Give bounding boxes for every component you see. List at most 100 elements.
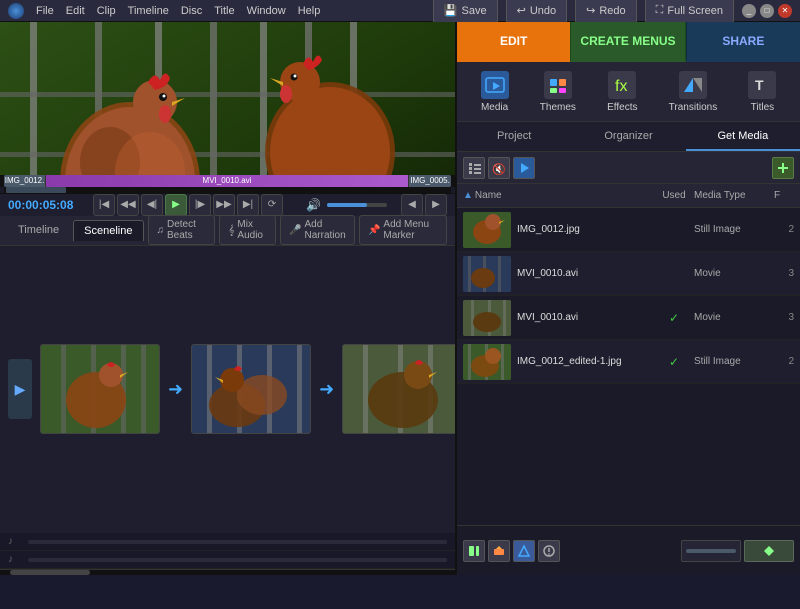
- tab-share[interactable]: SHARE: [686, 22, 800, 62]
- themes-label: Themes: [540, 102, 576, 113]
- bottom-scrollbar[interactable]: [0, 569, 455, 575]
- volume-slider[interactable]: [327, 203, 387, 207]
- add-menu-marker-button[interactable]: 📌 Add Menu Marker: [359, 215, 447, 245]
- tab-edit[interactable]: EDIT: [457, 22, 570, 62]
- header-used: Used: [654, 190, 694, 201]
- file-num-3: 3: [774, 312, 794, 323]
- new-item-button[interactable]: [772, 157, 794, 179]
- icon-toolbar: Media Themes fx Effects Transitions: [457, 62, 800, 122]
- undo-icon: ↩: [517, 4, 526, 17]
- loop-button[interactable]: ⟳: [261, 194, 283, 216]
- save-icon: 💾: [444, 4, 458, 17]
- step-back-button[interactable]: ◀◀: [117, 194, 139, 216]
- tab-timeline[interactable]: Timeline: [8, 220, 69, 240]
- top-tabs: EDIT CREATE MENUS SHARE: [457, 22, 800, 62]
- volume-icon: 🔊: [306, 198, 321, 212]
- file-row-4[interactable]: IMG_0012_edited-1.jpg ✓ Still Image 2: [457, 340, 800, 384]
- file-row-2[interactable]: MVI_0010.avi Movie 3: [457, 252, 800, 296]
- save-button[interactable]: 💾 Save: [433, 0, 498, 24]
- menu-help[interactable]: Help: [298, 5, 321, 17]
- volume-mute-button[interactable]: 🔇: [488, 157, 510, 179]
- prev-clip-button[interactable]: ◀: [401, 194, 423, 216]
- menu-file[interactable]: File: [36, 5, 54, 17]
- step-fwd-button[interactable]: ▶▶: [213, 194, 235, 216]
- scene-timeline-tabs: Timeline Sceneline ♫ Detect Beats 𝄞 Mix …: [0, 216, 455, 246]
- tab-sceneline[interactable]: Sceneline: [73, 220, 143, 241]
- titles-label: Titles: [751, 102, 775, 113]
- icon-media[interactable]: Media: [473, 67, 517, 117]
- header-num: F: [774, 190, 794, 201]
- menu-window[interactable]: Window: [247, 5, 286, 17]
- add-narration-button[interactable]: 🎤 Add Narration: [280, 215, 355, 245]
- menu-timeline[interactable]: Timeline: [128, 5, 169, 17]
- file-used-3: ✓: [654, 311, 694, 325]
- view-list-button[interactable]: [463, 157, 485, 179]
- frame-fwd-button[interactable]: |▶: [189, 194, 211, 216]
- scene-thumb-2[interactable]: [191, 344, 311, 434]
- menu-title[interactable]: Title: [214, 5, 234, 17]
- next-clip-button[interactable]: ▶: [425, 194, 447, 216]
- bottom-input[interactable]: [681, 540, 741, 562]
- undo-button[interactable]: ↩ Undo: [506, 0, 568, 24]
- menu-disc[interactable]: Disc: [181, 5, 202, 17]
- redo-button[interactable]: ↪ Redo: [575, 0, 637, 24]
- file-type-4: Still Image: [694, 356, 774, 367]
- icon-effects[interactable]: fx Effects: [599, 67, 645, 117]
- titles-icon: T: [748, 71, 776, 99]
- file-row-1[interactable]: IMG_0012.jpg Still Image 2: [457, 208, 800, 252]
- redo-icon: ↪: [586, 4, 595, 17]
- fullscreen-button[interactable]: ⛶ Full Screen: [645, 0, 734, 24]
- window-controls: _ □ ✕: [742, 4, 792, 18]
- thumb-svg-3: [343, 345, 455, 434]
- bottom-tool-5[interactable]: [744, 540, 794, 562]
- detect-beats-button[interactable]: ♫ Detect Beats: [148, 215, 216, 245]
- bottom-tool-3[interactable]: [513, 540, 535, 562]
- play-button[interactable]: ▶: [165, 194, 187, 216]
- scene-prev-arrow[interactable]: ▶: [8, 359, 32, 419]
- frame-back-button[interactable]: ◀|: [141, 194, 163, 216]
- file-type-1: Still Image: [694, 224, 774, 235]
- icon-transitions[interactable]: Transitions: [661, 67, 726, 117]
- file-thumb-3: [463, 300, 511, 336]
- header-type: Media Type: [694, 190, 774, 201]
- mix-audio-button[interactable]: 𝄞 Mix Audio: [219, 215, 276, 245]
- bottom-tool-2[interactable]: [488, 540, 510, 562]
- playback-controls-extra: ◀ ▶: [401, 194, 447, 216]
- clip-track[interactable]: IMG_0012. MVI_0010.avi IMG_0005.: [4, 175, 451, 187]
- sub-tab-organizer[interactable]: Organizer: [571, 122, 685, 151]
- bottom-tool-4[interactable]: [538, 540, 560, 562]
- file-list: ▲ Name Used Media Type F IMG_0012.jpg St…: [457, 184, 800, 525]
- menu-clip[interactable]: Clip: [97, 5, 116, 17]
- audio-icon-1: ♪: [8, 536, 22, 547]
- tab-create-menus[interactable]: CREATE MENUS: [570, 22, 685, 62]
- bottom-right-tools: [681, 540, 794, 562]
- menu-marker-icon: 📌: [368, 225, 380, 236]
- svg-text:fx: fx: [615, 78, 627, 95]
- sub-tab-project[interactable]: Project: [457, 122, 571, 151]
- scroll-thumb[interactable]: [10, 570, 90, 575]
- sub-tab-get-media[interactable]: Get Media: [686, 122, 800, 151]
- close-button[interactable]: ✕: [778, 4, 792, 18]
- sort-name[interactable]: ▲ Name: [463, 190, 654, 201]
- file-row-3[interactable]: MVI_0010.avi ✓ Movie 3: [457, 296, 800, 340]
- scene-thumb-1[interactable]: [40, 344, 160, 434]
- scene-thumb-3[interactable]: [342, 344, 455, 434]
- minimize-button[interactable]: _: [742, 4, 756, 18]
- icon-titles[interactable]: T Titles: [740, 67, 784, 117]
- music-note-icon: ♫: [157, 225, 165, 236]
- clip-label-3: IMG_0005.: [409, 175, 451, 187]
- icon-themes[interactable]: Themes: [532, 67, 584, 117]
- go-start-button[interactable]: |◀: [93, 194, 115, 216]
- volume-control: 🔊: [306, 198, 391, 212]
- maximize-button[interactable]: □: [760, 4, 774, 18]
- sort-arrow-icon: ▲: [463, 190, 473, 201]
- go-end-button[interactable]: ▶|: [237, 194, 259, 216]
- file-name-1: IMG_0012.jpg: [517, 224, 654, 235]
- menu-edit[interactable]: Edit: [66, 5, 85, 17]
- play-preview-button[interactable]: [513, 157, 535, 179]
- bottom-tool-1[interactable]: [463, 540, 485, 562]
- file-num-2: 3: [774, 268, 794, 279]
- transitions-label: Transitions: [669, 102, 718, 113]
- sub-tabs: Project Organizer Get Media: [457, 122, 800, 152]
- themes-icon: [544, 71, 572, 99]
